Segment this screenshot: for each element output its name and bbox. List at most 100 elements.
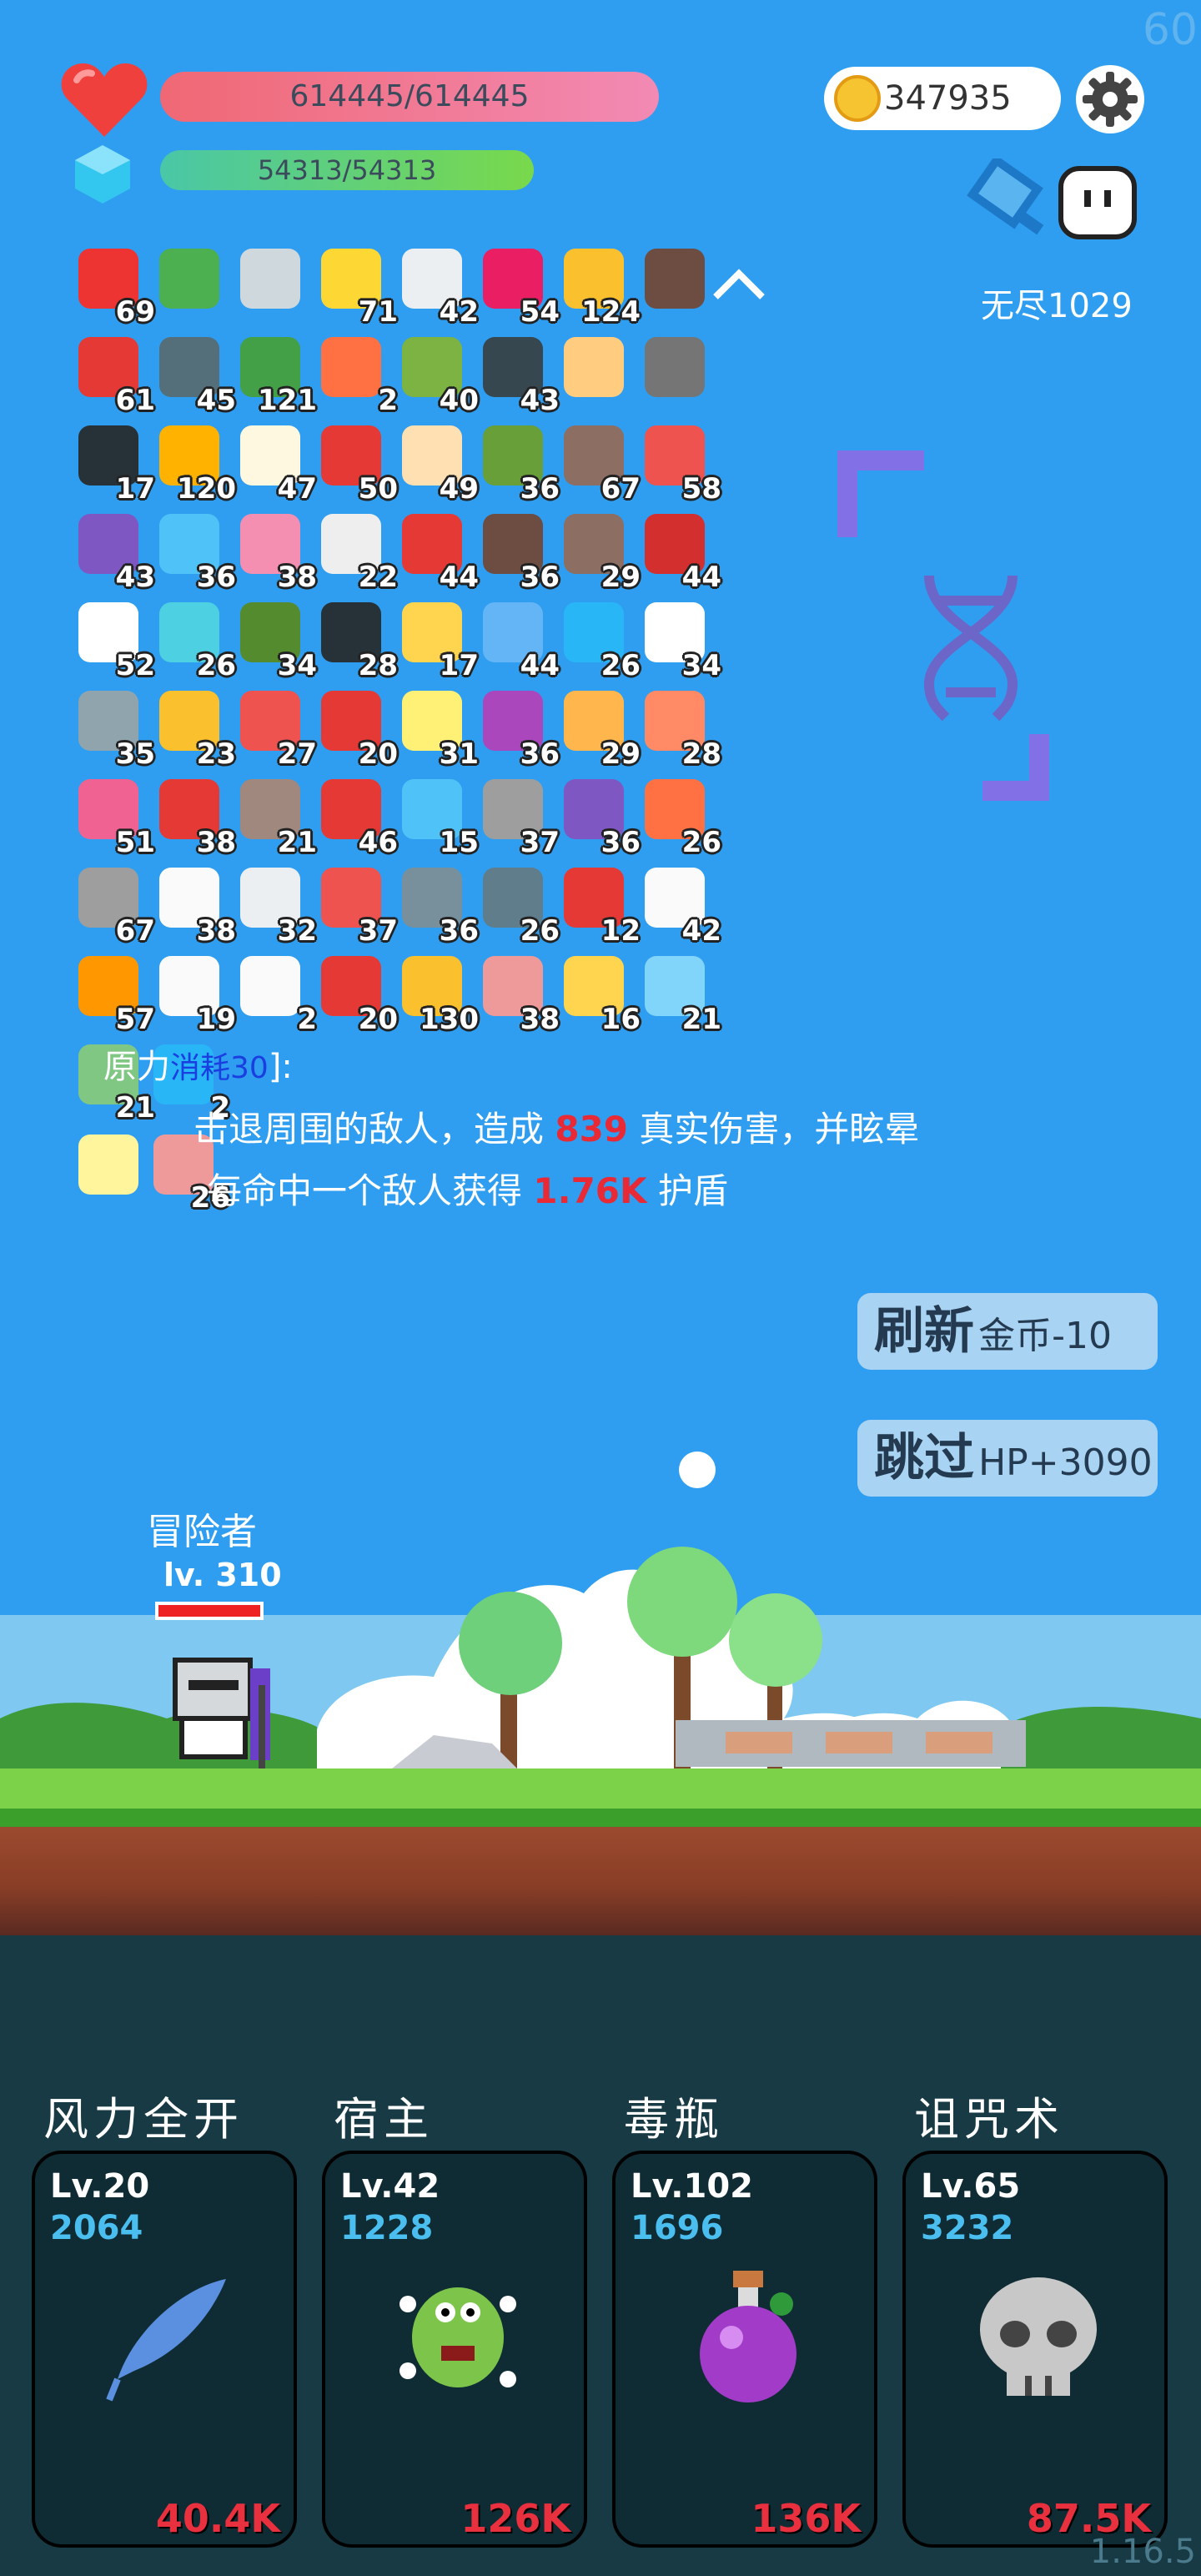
ghost-pet-icon[interactable] xyxy=(1056,164,1139,242)
box-item[interactable]: 36 xyxy=(555,772,642,859)
watermelon-item[interactable]: 58 xyxy=(636,419,723,506)
paper-scroll-item[interactable]: 29 xyxy=(555,684,642,771)
apple-item[interactable]: 61 xyxy=(70,330,157,417)
item-count: 49 xyxy=(439,472,479,506)
strawberry-item[interactable]: 50 xyxy=(313,419,399,506)
skill-card[interactable]: Lv.42 1228 126K xyxy=(322,2151,587,2548)
potion-item[interactable]: 26 xyxy=(151,596,238,682)
item-count: 43 xyxy=(115,561,155,594)
hook-item[interactable]: 28 xyxy=(313,596,399,682)
grenade-item[interactable]: 34 xyxy=(232,596,319,682)
refresh-button[interactable]: 刷新 金币-10 xyxy=(857,1293,1158,1370)
ring-item[interactable]: 16 xyxy=(555,949,642,1036)
bulb-item[interactable]: 22 xyxy=(313,507,399,594)
disc-item[interactable]: 35 xyxy=(70,684,157,771)
cactus-item[interactable]: 40 xyxy=(394,330,480,417)
sock-item[interactable]: 69 xyxy=(70,242,157,329)
egg-item[interactable]: 47 xyxy=(232,419,319,506)
knife-item[interactable]: 67 xyxy=(70,861,157,948)
lightbulb-frame-item[interactable] xyxy=(70,1128,157,1215)
item-count: 71 xyxy=(358,295,398,329)
shield-item[interactable]: 45 xyxy=(151,330,238,417)
purple-shield-item[interactable]: 43 xyxy=(70,507,157,594)
skill-card[interactable]: Lv.102 1696 136K xyxy=(612,2151,877,2548)
compass-item[interactable]: 26 xyxy=(475,861,561,948)
ground xyxy=(0,1768,1201,1935)
meteor-item[interactable]: 26 xyxy=(636,772,723,859)
perfume-item[interactable]: 51 xyxy=(70,772,157,859)
knight-sprite[interactable] xyxy=(158,1652,284,1770)
blue-gem-item[interactable]: 36 xyxy=(151,507,238,594)
turtle-item[interactable]: 36 xyxy=(475,419,561,506)
red-card-item[interactable]: 20 xyxy=(313,949,399,1036)
skill-card[interactable]: Lv.65 3232 87.5K xyxy=(902,2151,1168,2548)
clipboard-item[interactable]: 32 xyxy=(232,861,319,948)
skill-damage: 40.4K xyxy=(155,2496,280,2541)
item-count: 45 xyxy=(196,384,236,417)
jam-item[interactable]: 54 xyxy=(475,242,561,329)
flask-item[interactable]: 20 xyxy=(313,684,399,771)
crown-item[interactable]: 124 xyxy=(555,242,642,329)
desc-line2-post: 护盾 xyxy=(646,1170,728,1211)
coins-item[interactable]: 130 xyxy=(394,949,480,1036)
glove-item[interactable]: 49 xyxy=(394,419,480,506)
bow-item[interactable]: 21 xyxy=(232,772,319,859)
mortar-icon xyxy=(645,249,705,309)
crystal-ball-item[interactable]: 36 xyxy=(475,684,561,771)
blue-banner-icon[interactable] xyxy=(959,158,1053,242)
skill-power: 1696 xyxy=(631,2209,724,2247)
red-shield-item[interactable]: 44 xyxy=(636,507,723,594)
journal-item[interactable]: 57 xyxy=(70,949,157,1036)
round-shield-item[interactable]: 67 xyxy=(555,419,642,506)
mana-crystal-icon xyxy=(75,145,130,204)
spike-ball-item[interactable]: 37 xyxy=(475,772,561,859)
cauldron-item[interactable]: 17 xyxy=(70,419,157,506)
settings-button[interactable] xyxy=(1076,65,1144,133)
item-count: 26 xyxy=(196,649,236,682)
pill-item[interactable]: 44 xyxy=(475,596,561,682)
collapse-arrow-icon[interactable] xyxy=(711,265,767,302)
desc-line1-post: 真实伤害，并眩晕 xyxy=(628,1109,920,1150)
item-count: 38 xyxy=(277,561,317,594)
refresh-cost: 金币-10 xyxy=(978,1315,1112,1357)
target-item[interactable]: 15 xyxy=(394,772,480,859)
ice-cream-item[interactable]: 38 xyxy=(232,507,319,594)
skill-card[interactable]: Lv.20 2064 40.4K xyxy=(32,2151,297,2548)
letter-item[interactable]: 42 xyxy=(394,242,480,329)
note-item[interactable]: 31 xyxy=(394,684,480,771)
ghost-item[interactable]: 34 xyxy=(636,596,723,682)
gift-item[interactable]: 38 xyxy=(151,772,238,859)
mushroom-item[interactable]: 44 xyxy=(394,507,480,594)
dice-item[interactable]: 19 xyxy=(151,949,238,1036)
meat-item[interactable]: 38 xyxy=(475,949,561,1036)
hearts-item[interactable]: 12 xyxy=(555,861,642,948)
door-item[interactable]: 29 xyxy=(555,507,642,594)
target-frame xyxy=(837,450,1049,801)
magic-wand-item[interactable]: 17 xyxy=(394,596,480,682)
cloud-item[interactable]: 38 xyxy=(151,861,238,948)
bug-item[interactable]: 120 xyxy=(151,419,238,506)
sword-item[interactable] xyxy=(232,242,319,329)
halo-item[interactable]: 21 xyxy=(636,949,723,1036)
book-item[interactable] xyxy=(151,242,238,329)
sunflower-item[interactable]: 23 xyxy=(151,684,238,771)
bat-item[interactable]: 43 xyxy=(475,330,561,417)
money-heart-item[interactable]: 121 xyxy=(232,330,319,417)
axe-item[interactable]: 36 xyxy=(394,861,480,948)
heart-item[interactable]: 46 xyxy=(313,772,399,859)
item-count: 34 xyxy=(681,649,721,682)
star-card-item[interactable]: 71 xyxy=(313,242,399,329)
desc-line2-pre: 每命中一个敌人获得 xyxy=(207,1170,534,1211)
cards-item[interactable]: 42 xyxy=(636,861,723,948)
item-count: 69 xyxy=(115,295,155,329)
flower-item[interactable]: 52 xyxy=(70,596,157,682)
scroll-item[interactable] xyxy=(555,330,642,417)
thermometer-item[interactable]: 37 xyxy=(313,861,399,948)
torch-item[interactable]: 2 xyxy=(313,330,399,417)
coconut-item[interactable]: 36 xyxy=(475,507,561,594)
capsule-item[interactable]: 27 xyxy=(232,684,319,771)
helmet-item[interactable] xyxy=(636,330,723,417)
cake-item[interactable]: 28 xyxy=(636,684,723,771)
speech-item[interactable]: 2 xyxy=(232,949,319,1036)
chat-item[interactable]: 26 xyxy=(555,596,642,682)
